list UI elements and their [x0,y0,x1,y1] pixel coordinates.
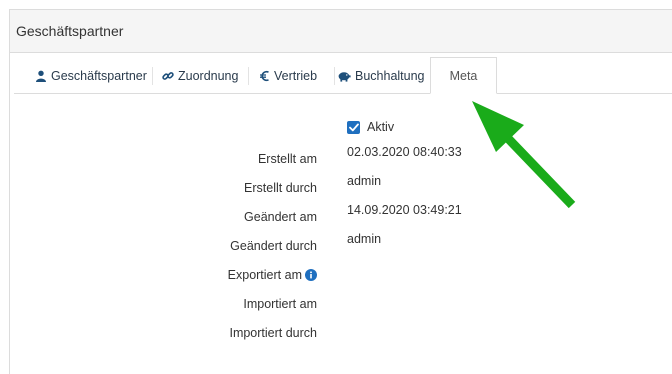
green-arrow-annotation [472,101,576,209]
